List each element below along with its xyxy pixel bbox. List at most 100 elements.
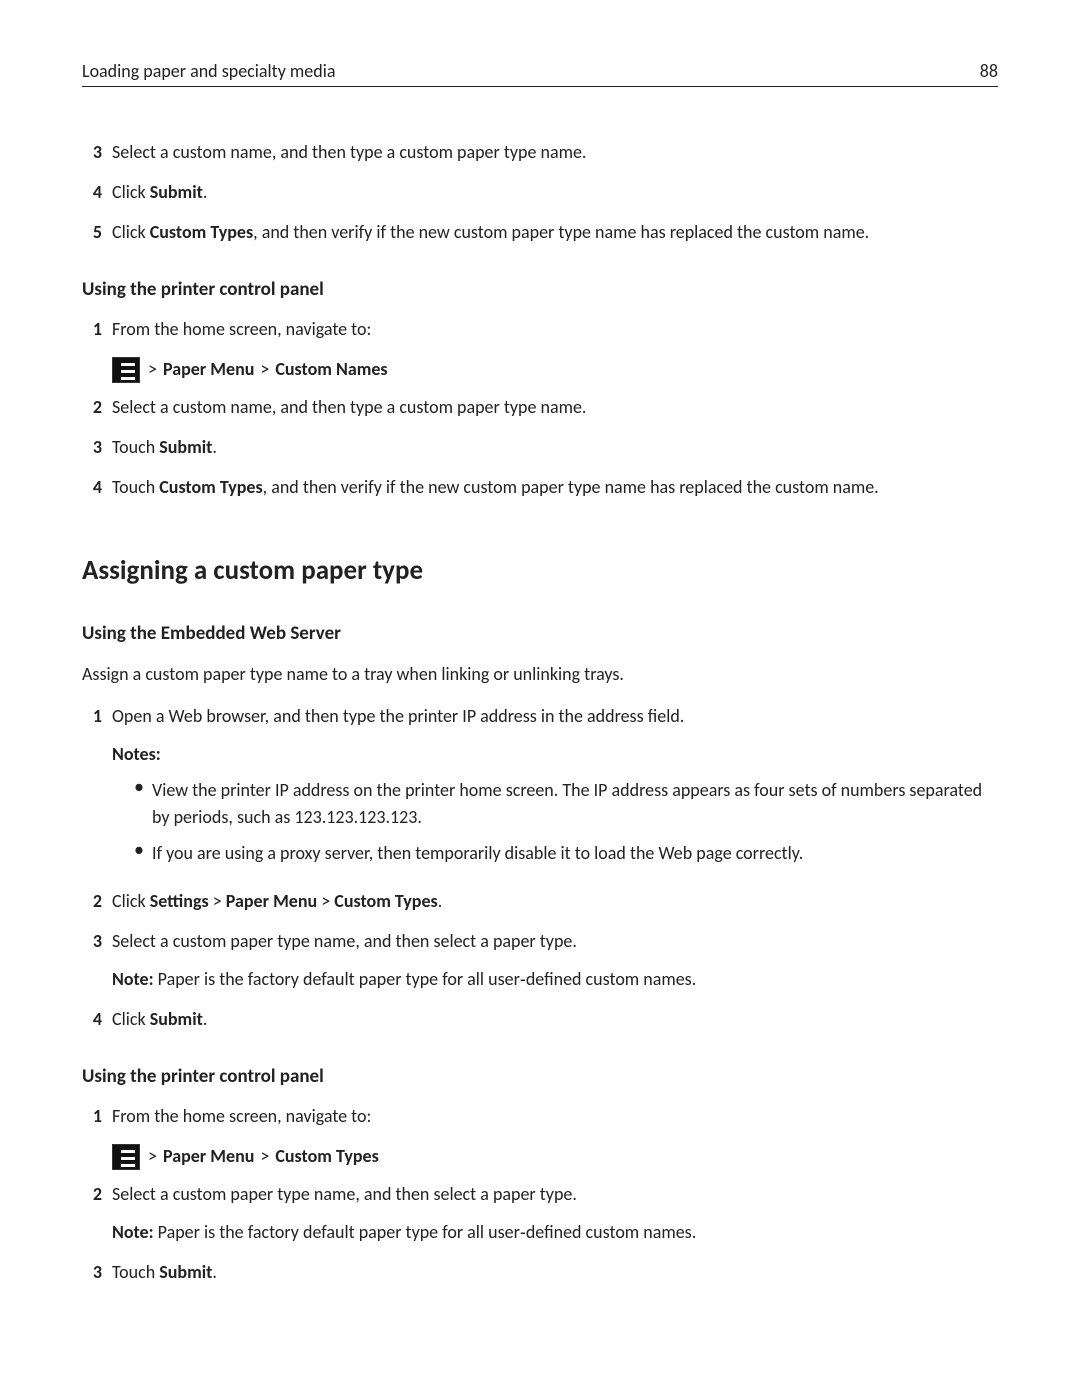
note-text: Paper is the factory default paper type … [154, 968, 697, 990]
list-number: 3 [82, 1259, 112, 1287]
breadcrumb-separator: > [142, 356, 163, 384]
page-number: 88 [980, 60, 998, 82]
breadcrumb-segment: Custom Names [275, 356, 387, 384]
list-number: 3 [82, 139, 112, 167]
list-item: 3 Select a custom name, and then type a … [82, 139, 998, 167]
page-header: Loading paper and specialty media 88 [82, 60, 998, 87]
bullet-item: View the printer IP address on the print… [134, 777, 998, 833]
bold-term: Submit [150, 181, 203, 203]
breadcrumb-separator: > [254, 356, 275, 384]
breadcrumb-separator: > [254, 1143, 275, 1171]
list-text: Click Submit. [112, 1006, 998, 1034]
nav-path: > Paper Menu > Custom Types [82, 1143, 998, 1171]
bold-term: Submit [159, 436, 212, 458]
text-suffix: . [212, 436, 217, 458]
item-text: Open a Web browser, and then type the pr… [112, 705, 684, 727]
list-text: Select a custom name, and then type a cu… [112, 394, 998, 422]
bold-term: Submit [150, 1008, 203, 1030]
text-suffix: , and then verify if the new custom pape… [263, 476, 879, 498]
list-number: 2 [82, 888, 112, 916]
bullet-item: If you are using a proxy server, then te… [134, 840, 998, 868]
text-prefix: Click [112, 181, 150, 203]
list-item: 5 Click Custom Types, and then verify if… [82, 219, 998, 247]
list-number: 1 [82, 703, 112, 876]
list-item: 4 Click Submit. [82, 1006, 998, 1034]
list-number: 2 [82, 394, 112, 422]
top-numbered-list: 3 Select a custom name, and then type a … [82, 139, 998, 247]
text-suffix: . [212, 1261, 217, 1283]
breadcrumb-segment: Paper Menu [163, 356, 254, 384]
sub-note: Note: Paper is the factory default paper… [112, 966, 998, 994]
text-prefix: Click [112, 221, 150, 243]
page-content: 3 Select a custom name, and then type a … [82, 139, 998, 1287]
text-suffix: . [203, 181, 208, 203]
notes-bullets: View the printer IP address on the print… [112, 777, 998, 869]
list-item: 1 Open a Web browser, and then type the … [82, 703, 998, 876]
section3-list: 1 From the home screen, navigate to: [82, 1103, 998, 1131]
section3-list-cont: 2 Select a custom paper type name, and t… [82, 1181, 998, 1287]
list-text: Select a custom paper type name, and the… [112, 1181, 998, 1247]
intro-text: Assign a custom paper type name to a tra… [82, 661, 998, 689]
list-text: Select a custom paper type name, and the… [112, 928, 998, 994]
text-suffix: . [203, 1008, 208, 1030]
list-number: 5 [82, 219, 112, 247]
text-suffix: . [438, 890, 443, 912]
list-text: Click Settings > Paper Menu > Custom Typ… [112, 888, 998, 916]
list-number: 4 [82, 179, 112, 207]
header-title: Loading paper and specialty media [82, 60, 335, 82]
notes-label: Notes: [112, 741, 998, 769]
breadcrumb-separator: > [209, 890, 226, 912]
list-number: 3 [82, 928, 112, 994]
section1-list: 1 From the home screen, navigate to: [82, 316, 998, 344]
list-item: 2 Select a custom paper type name, and t… [82, 1181, 998, 1247]
main-heading: Assigning a custom paper type [82, 550, 998, 592]
list-item: 4 Click Submit. [82, 179, 998, 207]
menu-icon [112, 1144, 140, 1170]
bold-term: Submit [159, 1261, 212, 1283]
section1-list-cont: 2 Select a custom name, and then type a … [82, 394, 998, 502]
text-prefix: Touch [112, 1261, 159, 1283]
breadcrumb-separator: > [142, 1143, 163, 1171]
breadcrumb-separator: > [317, 890, 334, 912]
item-text: Select a custom paper type name, and the… [112, 1183, 577, 1205]
list-item: 4 Touch Custom Types, and then verify if… [82, 474, 998, 502]
list-text: From the home screen, navigate to: [112, 316, 998, 344]
list-number: 1 [82, 1103, 112, 1131]
list-text: Click Custom Types, and then verify if t… [112, 219, 998, 247]
list-text: Click Submit. [112, 179, 998, 207]
list-item: 1 From the home screen, navigate to: [82, 316, 998, 344]
bold-term: Paper Menu [226, 890, 317, 912]
list-text: From the home screen, navigate to: [112, 1103, 998, 1131]
breadcrumb-segment: Custom Types [275, 1143, 378, 1171]
bold-term: Custom Types [159, 476, 262, 498]
nav-path: > Paper Menu > Custom Names [82, 356, 998, 384]
list-text: Touch Custom Types, and then verify if t… [112, 474, 998, 502]
list-text: Select a custom name, and then type a cu… [112, 139, 998, 167]
text-prefix: Touch [112, 476, 159, 498]
note-label: Note: [112, 1221, 154, 1243]
list-number: 1 [82, 316, 112, 344]
note-label: Note: [112, 968, 154, 990]
text-prefix: Click [112, 890, 150, 912]
list-text: Touch Submit. [112, 434, 998, 462]
sub-note: Note: Paper is the factory default paper… [112, 1219, 998, 1247]
list-item: 2 Select a custom name, and then type a … [82, 394, 998, 422]
bold-term: Settings [150, 890, 209, 912]
subheading-embedded-web: Using the Embedded Web Server [82, 619, 998, 648]
note-text: Paper is the factory default paper type … [154, 1221, 697, 1243]
bold-term: Custom Types [150, 221, 253, 243]
list-item: 3 Select a custom paper type name, and t… [82, 928, 998, 994]
list-item: 2 Click Settings > Paper Menu > Custom T… [82, 888, 998, 916]
text-prefix: Click [112, 1008, 150, 1030]
list-number: 2 [82, 1181, 112, 1247]
breadcrumb-segment: Paper Menu [163, 1143, 254, 1171]
subheading-printer-panel-1: Using the printer control panel [82, 275, 998, 304]
list-item: 3 Touch Submit. [82, 1259, 998, 1287]
text-prefix: Touch [112, 436, 159, 458]
subheading-printer-panel-2: Using the printer control panel [82, 1062, 998, 1091]
text-suffix: , and then verify if the new custom pape… [253, 221, 869, 243]
list-text: Touch Submit. [112, 1259, 998, 1287]
item-text: Select a custom paper type name, and the… [112, 930, 577, 952]
section2-list: 1 Open a Web browser, and then type the … [82, 703, 998, 1034]
menu-icon [112, 357, 140, 383]
